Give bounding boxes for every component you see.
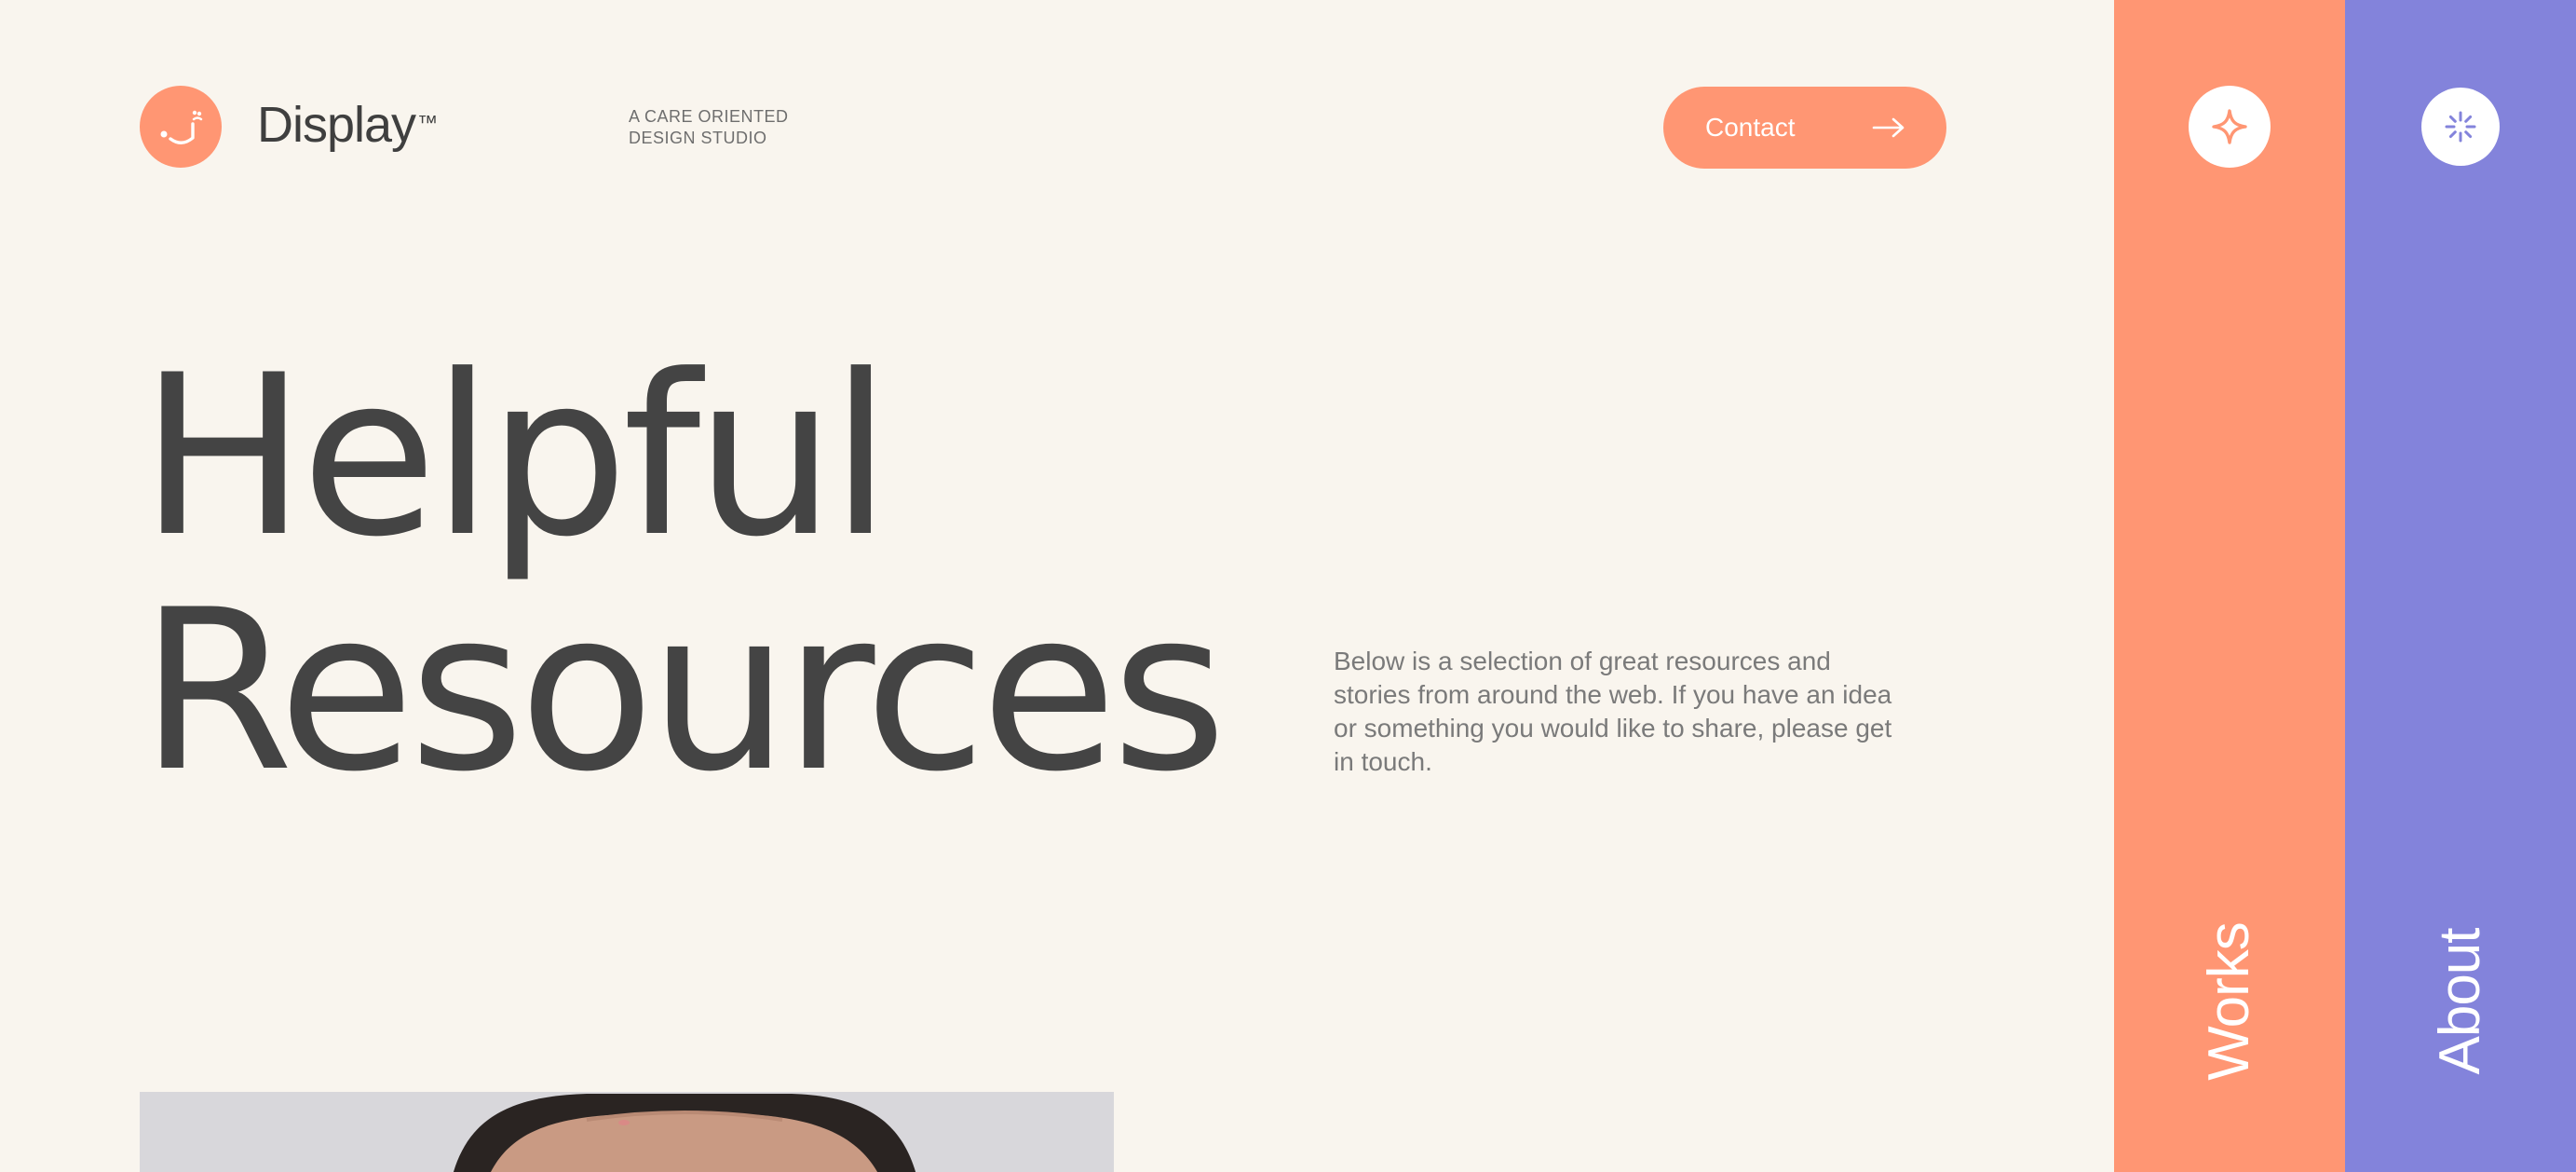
brand-wordmark: Display xyxy=(257,97,416,153)
loader-burst-icon xyxy=(2445,111,2476,143)
page-title: Helpful Resources xyxy=(140,328,1227,821)
works-label: Works xyxy=(2197,922,2261,1081)
works-panel[interactable]: Works xyxy=(2114,0,2345,1172)
brand-tagline: A CARE ORIENTED DESIGN STUDIO xyxy=(629,106,789,149)
intro-paragraph: Below is a selection of great resources … xyxy=(1334,647,1892,776)
page-title-line-2: Resources xyxy=(140,563,1227,821)
brand-name[interactable]: Display™ xyxy=(257,97,438,153)
contact-button[interactable]: Contact xyxy=(1663,87,1946,169)
logo-smiley-icon[interactable] xyxy=(140,86,222,168)
works-icon-badge xyxy=(2189,86,2271,168)
about-panel[interactable]: About xyxy=(2345,0,2576,1172)
arrow-right-icon xyxy=(1872,117,1905,138)
page: Display™ A CARE ORIENTED DESIGN STUDIO C… xyxy=(0,0,2576,1172)
resource-preview-image[interactable] xyxy=(140,1092,1114,1172)
sparkle-icon xyxy=(2212,109,2247,144)
portrait-photo xyxy=(140,1092,1114,1172)
smiley-face-icon xyxy=(160,110,203,144)
page-title-line-1: Helpful xyxy=(140,328,891,586)
about-icon-badge xyxy=(2421,88,2500,166)
contact-button-label: Contact xyxy=(1705,113,1796,142)
about-label: About xyxy=(2428,928,2492,1075)
tagline-line-1: A CARE ORIENTED xyxy=(629,107,789,126)
tagline-line-2: DESIGN STUDIO xyxy=(629,129,767,147)
trademark-symbol: ™ xyxy=(417,111,438,134)
